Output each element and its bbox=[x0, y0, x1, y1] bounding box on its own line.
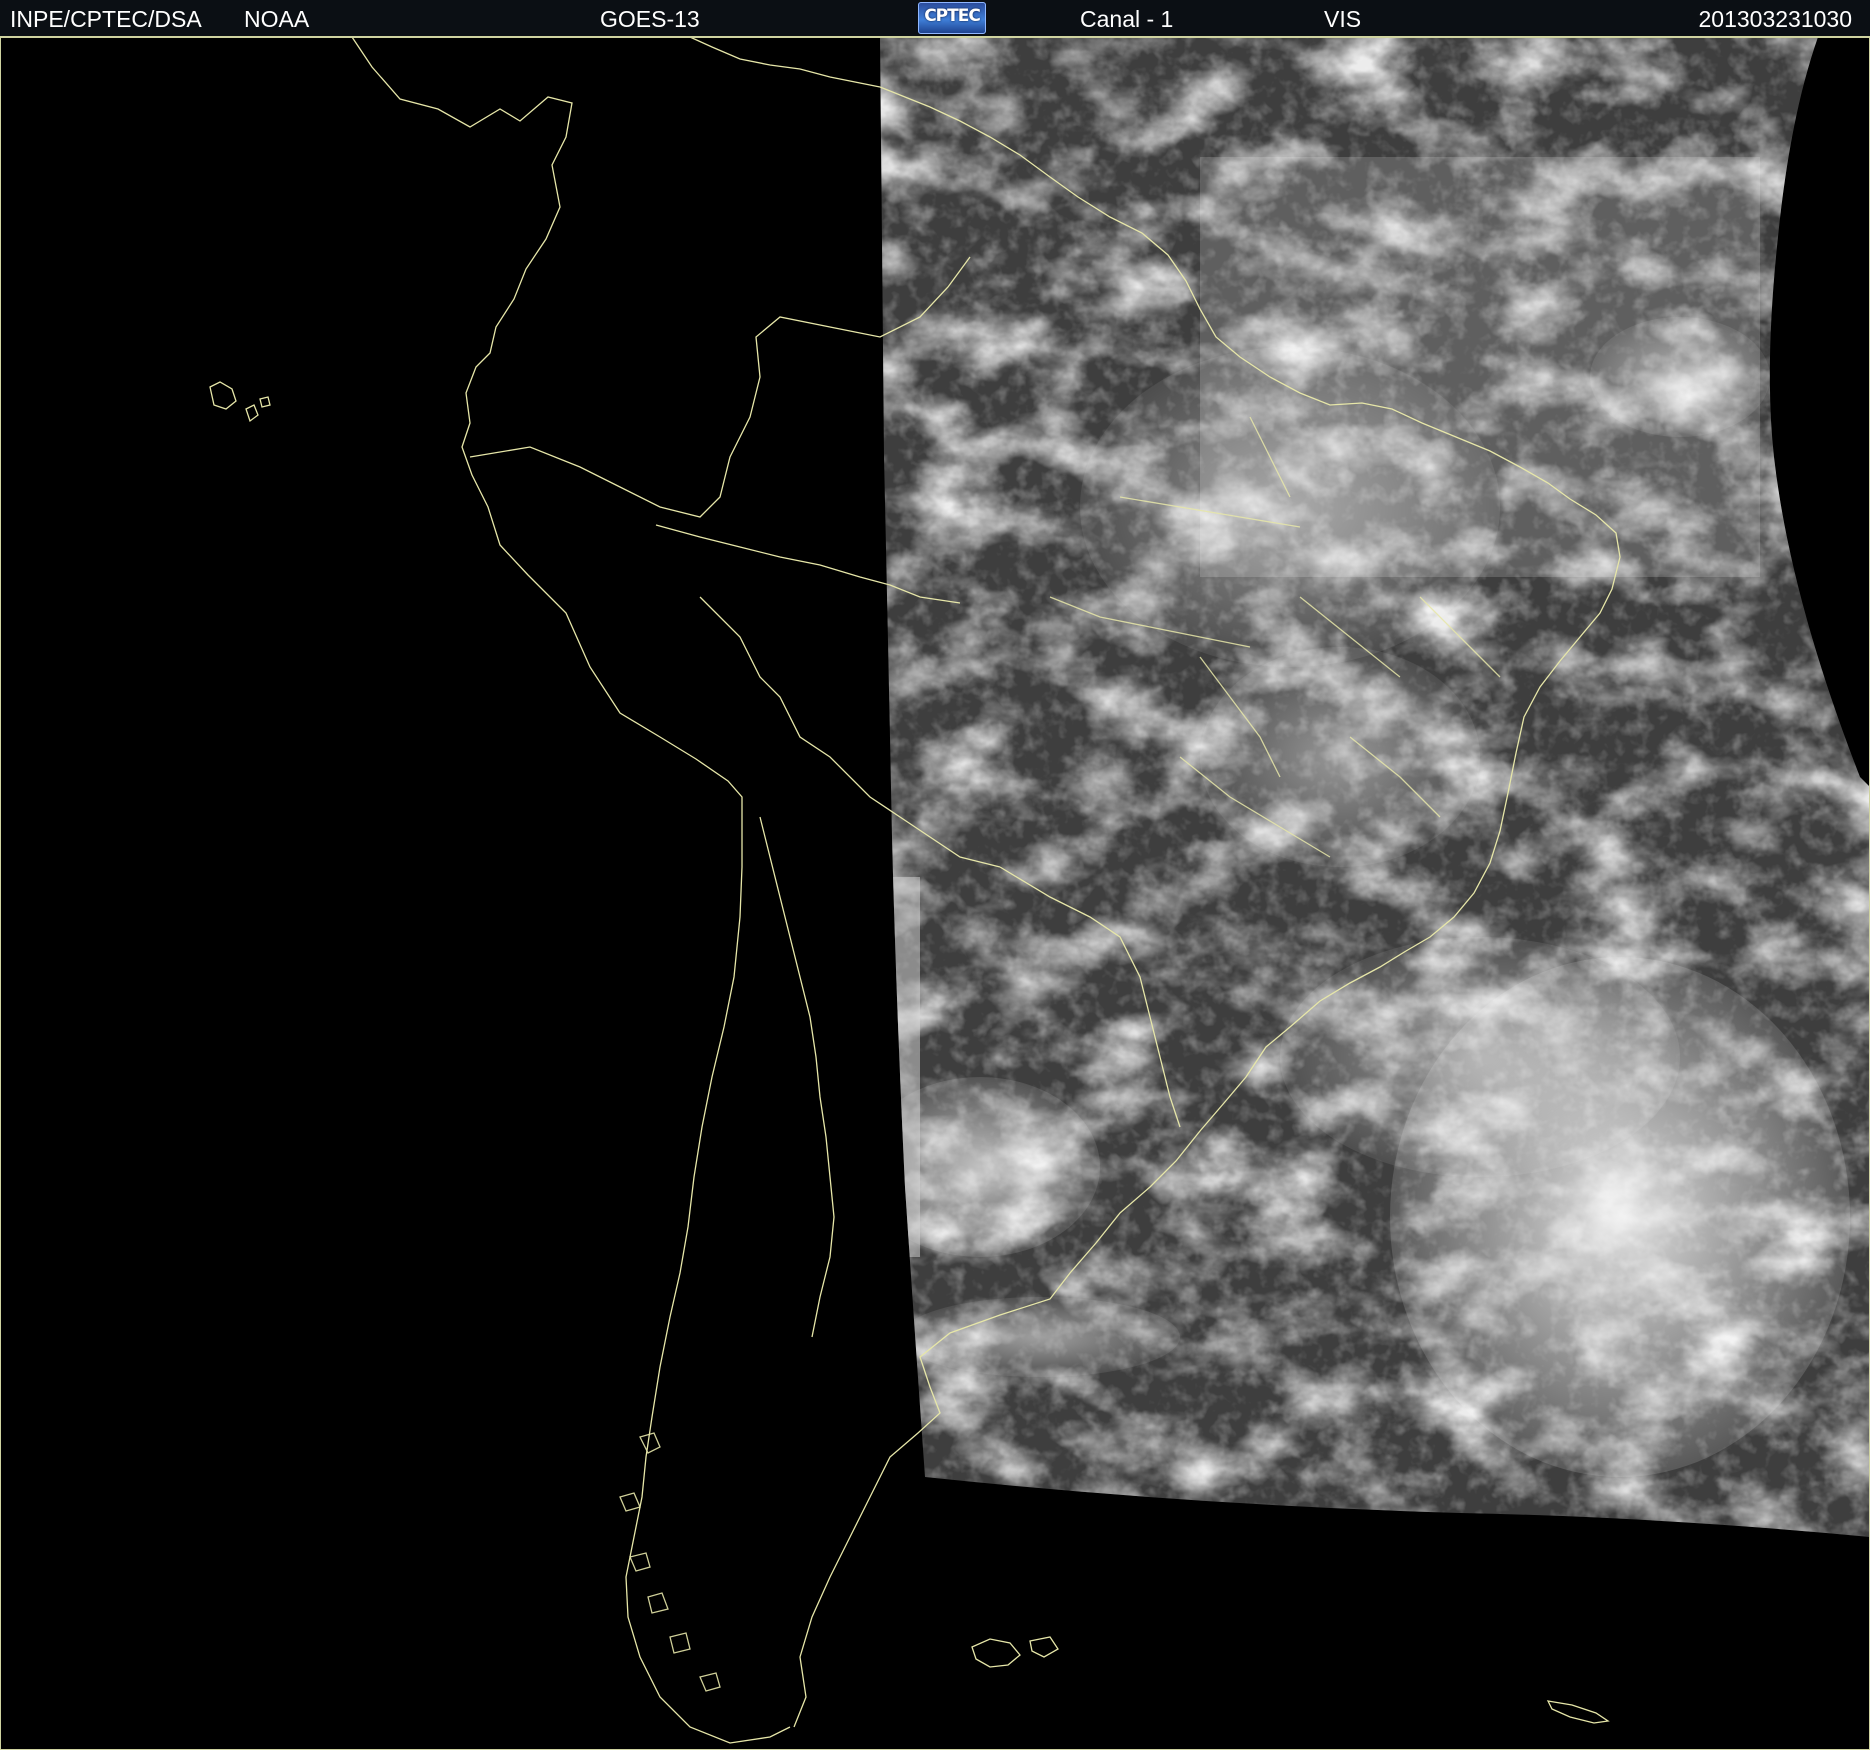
source-label: NOAA bbox=[244, 6, 310, 32]
cptec-logo: CPTEC bbox=[918, 2, 986, 34]
satellite-label: GOES-13 bbox=[600, 6, 700, 32]
convection-amazon bbox=[1080, 347, 1500, 667]
band-label: VIS bbox=[1324, 6, 1362, 32]
timestamp-label: 201303231030 bbox=[1698, 6, 1853, 32]
satellite-image bbox=[0, 37, 1870, 1750]
visible-swath bbox=[880, 37, 1870, 1537]
image-header-bar: INPE/CPTEC/DSA NOAA GOES-13 CPTEC Canal … bbox=[0, 0, 1870, 37]
agency-label: INPE/CPTEC/DSA bbox=[10, 6, 202, 32]
cptec-logo-text: CPTEC bbox=[924, 6, 981, 26]
channel-label: Canal - 1 bbox=[1080, 6, 1174, 32]
